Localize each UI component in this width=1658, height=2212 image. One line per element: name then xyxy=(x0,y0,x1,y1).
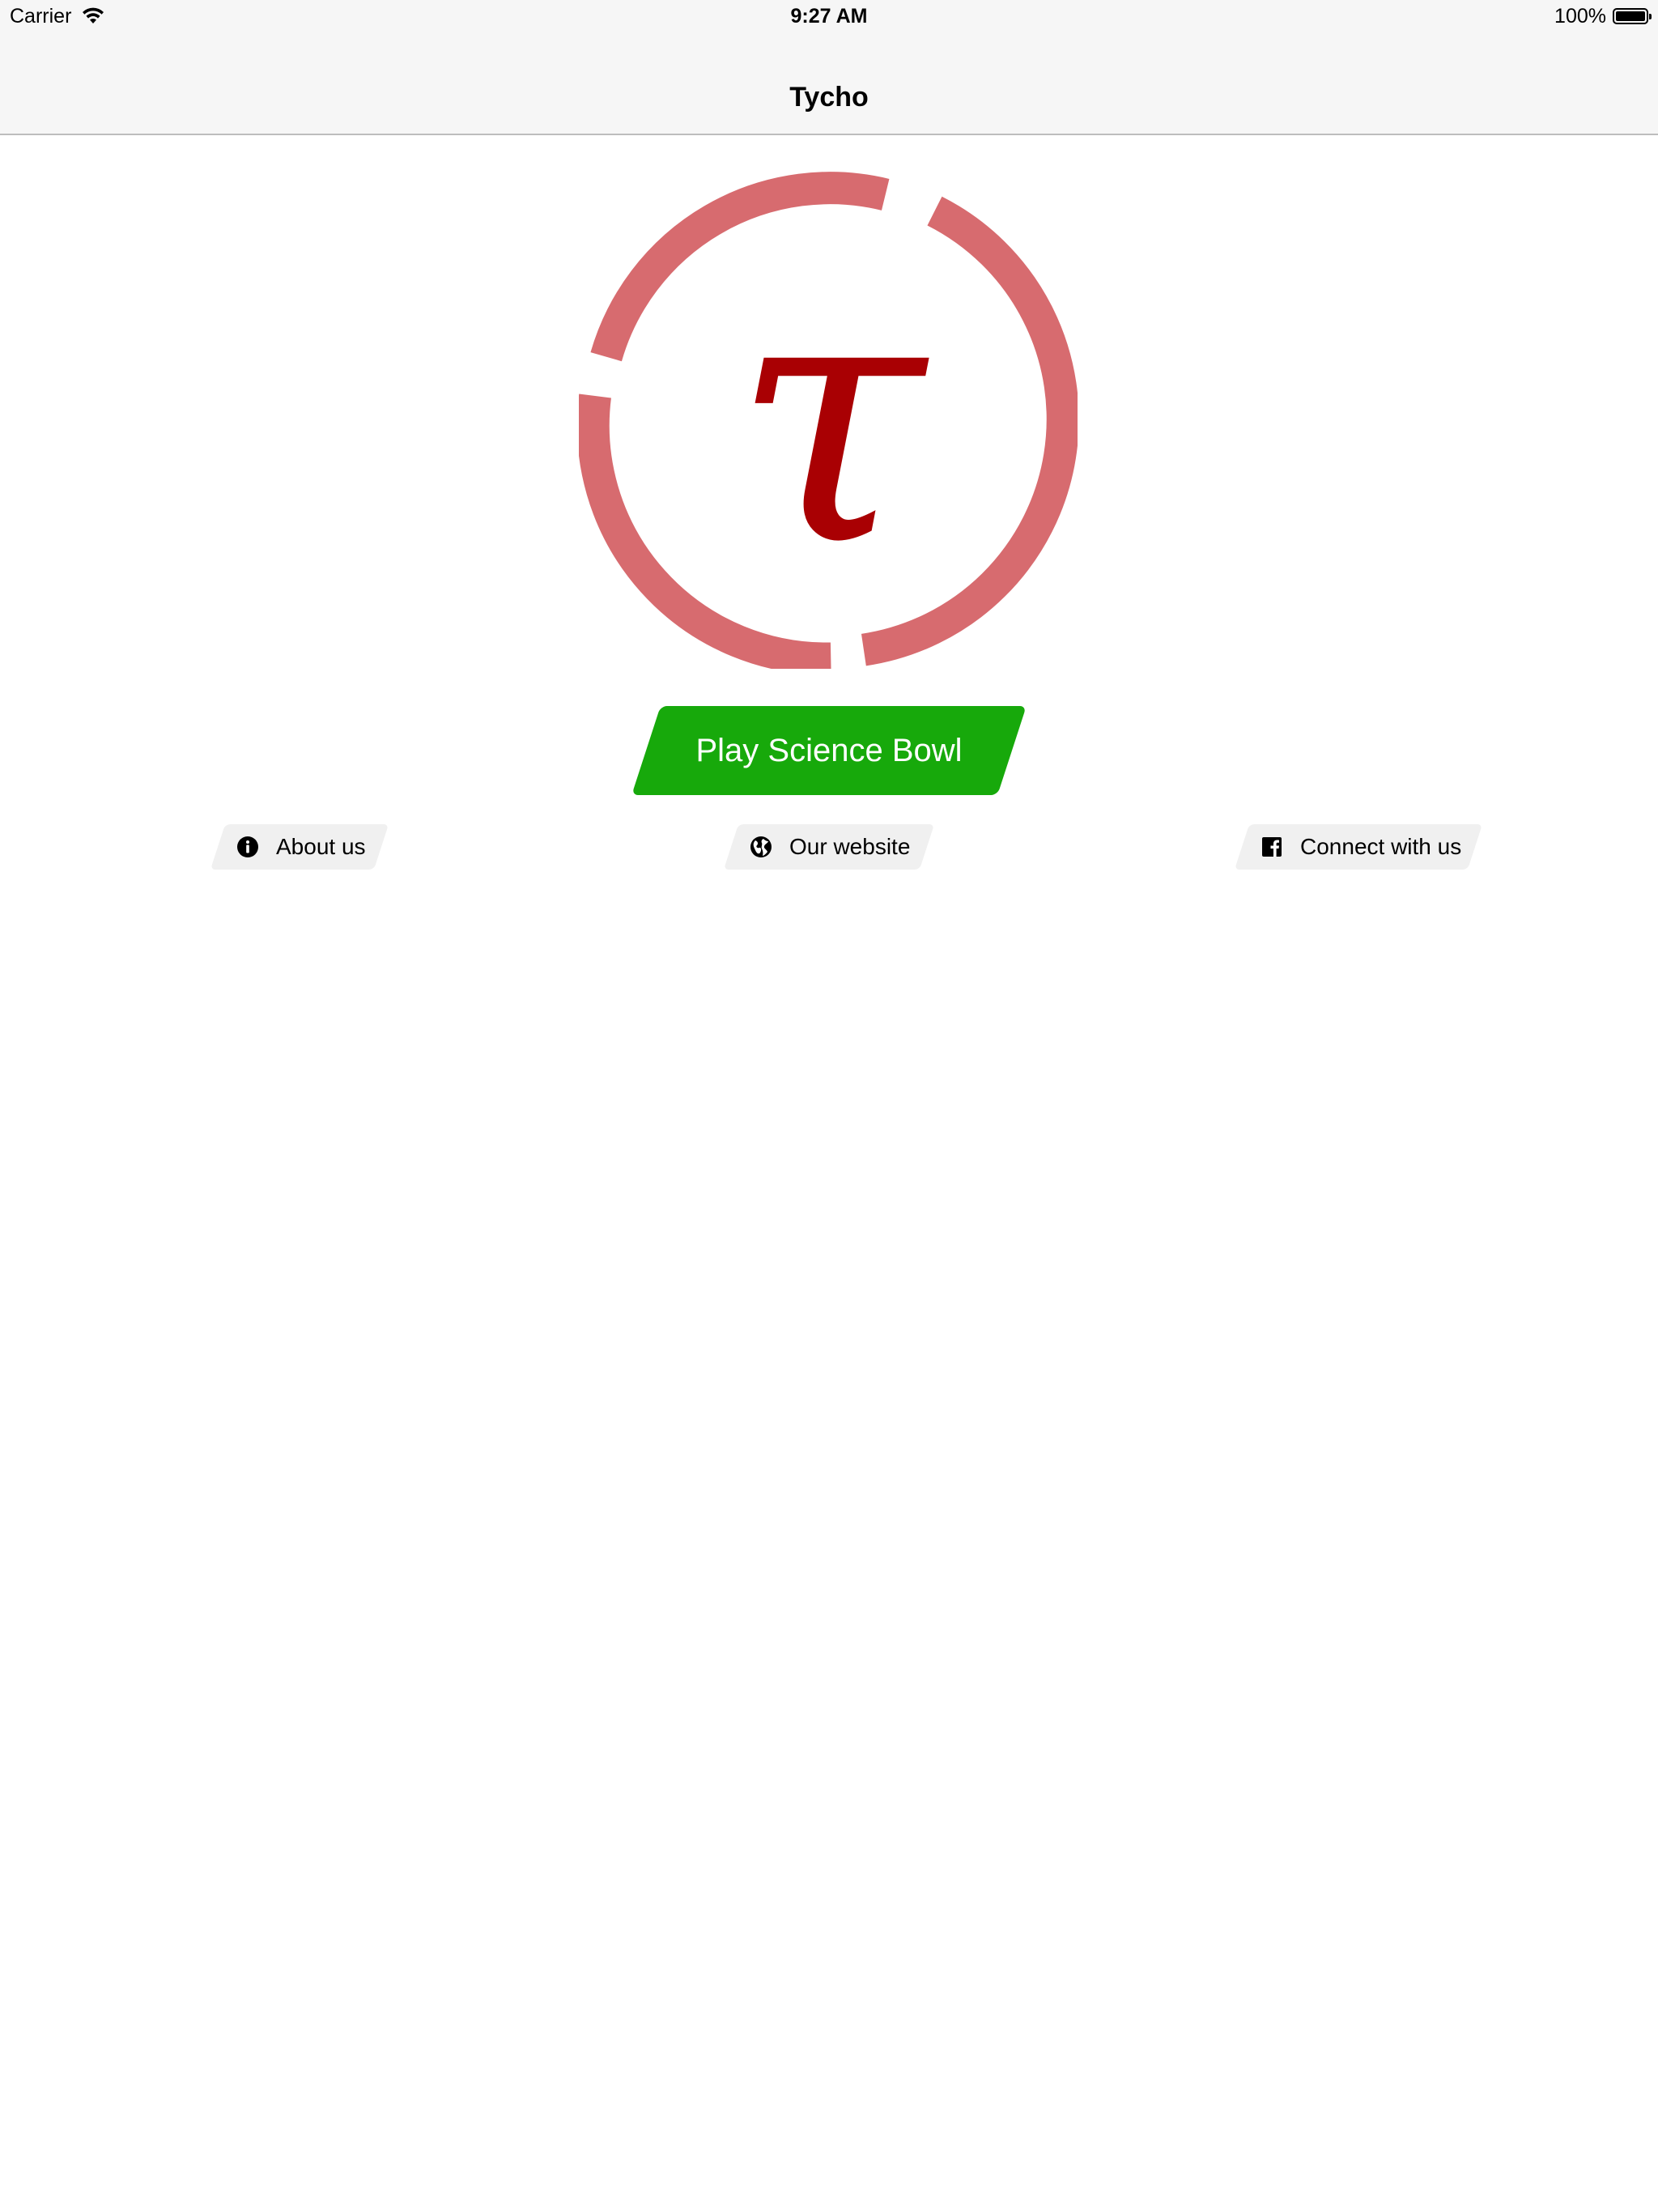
our-website-button[interactable]: Our website xyxy=(723,824,935,870)
battery-icon xyxy=(1613,8,1652,24)
status-time: 9:27 AM xyxy=(790,5,868,28)
connect-with-us-label: Connect with us xyxy=(1300,834,1462,859)
connect-with-us-button[interactable]: Connect with us xyxy=(1234,824,1483,870)
battery-percent: 100% xyxy=(1554,4,1606,28)
status-bar: Carrier 9:27 AM 100% xyxy=(0,0,1658,32)
navigation-bar: Tycho xyxy=(0,32,1658,135)
info-icon xyxy=(237,836,258,857)
play-science-bowl-label: Play Science Bowl xyxy=(695,733,963,768)
logo-tau-glyph: τ xyxy=(732,216,933,621)
page-title: Tycho xyxy=(789,82,869,113)
tycho-logo: τ xyxy=(579,172,1078,669)
our-website-label: Our website xyxy=(789,834,911,859)
facebook-icon xyxy=(1262,837,1282,857)
battery-group: 100% xyxy=(1554,4,1652,28)
globe-icon xyxy=(750,836,772,857)
about-us-label: About us xyxy=(276,834,366,859)
play-science-bowl-button[interactable]: Play Science Bowl xyxy=(623,706,1035,795)
about-us-button[interactable]: About us xyxy=(210,824,389,870)
